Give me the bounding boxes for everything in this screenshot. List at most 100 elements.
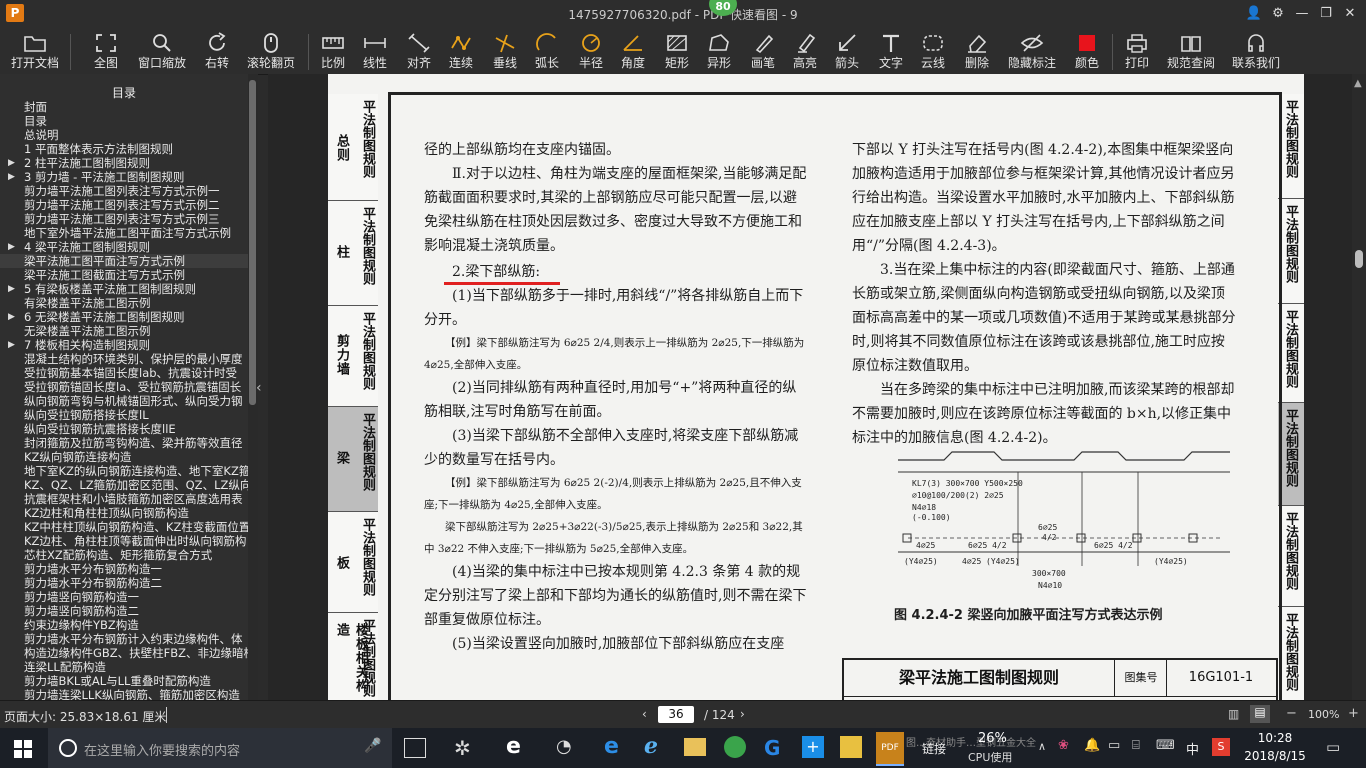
open-document-button[interactable]: 打开文档 [8,28,62,74]
clock-date[interactable]: 2018/8/15 [1240,749,1310,763]
rectangle-button[interactable]: 矩形 [660,28,694,74]
toc-item[interactable]: 剪力墙平法施工图列表注写方式示例三 [0,212,248,226]
zoom-in-button[interactable]: + [1348,706,1359,721]
view-mode-single-icon[interactable]: ▤ [1250,705,1270,723]
ie-app-icon[interactable]: e [506,734,521,759]
minimize-button[interactable]: — [1290,4,1314,24]
toc-item[interactable]: 1 平面整体表示方法制图规则 [0,142,248,156]
rotate-right-button[interactable]: 右转 [196,28,238,74]
radius-button[interactable]: 半径 [574,28,608,74]
maximize-button[interactable]: ❐ [1314,4,1338,24]
toc-item[interactable]: KZ中柱柱顶纵向钢筋构造、KZ柱变截面位置 [0,520,248,534]
expand-arrow-icon[interactable]: ▶ [8,156,15,170]
toc-item[interactable]: 剪力墙竖向钢筋构造一 [0,590,248,604]
expand-arrow-icon[interactable]: ▶ [8,282,15,296]
contact-us-button[interactable]: 联系我们 [1228,28,1284,74]
toc-item[interactable]: ▶ 4 梁平法施工图制图规则 [0,240,248,254]
toc-item[interactable]: ▶ 2 柱平法施工图制图规则 [0,156,248,170]
toc-item[interactable]: 地下室外墙平法施工图平面注写方式示例 [0,226,248,240]
toc-item[interactable]: 连梁LL配筋构造 [0,660,248,674]
tray-bell-icon[interactable]: 🔔 [1084,738,1100,753]
pen-button[interactable]: 画笔 [746,28,780,74]
arc-length-button[interactable]: 弧长 [530,28,564,74]
toc-item[interactable]: 受拉钢筋基本锚固长度lab、抗震设计时受 [0,366,248,380]
toc-item[interactable]: KZ边柱和角柱柱顶纵向钢筋构造 [0,506,248,520]
toc-item[interactable]: 剪力墙平法施工图列表注写方式示例一 [0,184,248,198]
toc-item[interactable]: ▶ 3 剪力墙 - 平法施工图制图规则 [0,170,248,184]
settings-icon[interactable]: ⚙ [1266,4,1290,24]
tray-flower-icon[interactable]: ❀ [1058,738,1069,753]
browser-green-icon[interactable] [724,736,746,758]
sogou-ime-icon[interactable]: S [1212,738,1230,756]
align-button[interactable]: 对齐 [402,28,436,74]
ie-blue-app-icon[interactable]: ℯ [644,734,658,759]
close-button[interactable]: ✕ [1338,4,1362,24]
toc-item[interactable]: KZ纵向钢筋连接构造 [0,450,248,464]
app-icon-swirl[interactable]: ◔ [556,736,572,757]
toc-item[interactable]: ▶ 6 无梁楼盖平法施工图制图规则 [0,310,248,324]
fit-page-button[interactable]: 全图 [84,28,128,74]
tray-keyboard-icon[interactable]: ⌨ [1156,738,1175,753]
toc-item[interactable]: 目录 [0,114,248,128]
expand-arrow-icon[interactable]: ▶ [8,170,15,184]
toc-item[interactable]: 纵向受拉钢筋抗震搭接长度llE [0,422,248,436]
scroll-thumb[interactable] [1355,250,1363,268]
angle-button[interactable]: 角度 [616,28,650,74]
clock-time[interactable]: 10:28 [1240,731,1310,745]
fan-app-icon[interactable]: ✲ [454,736,471,760]
toc-list[interactable]: 封面 目录 总说明 1 平面整体表示方法制图规则 ▶ 2 柱平法施工图制图规则 ▶ 3 剪力墙… [0,100,248,700]
microphone-icon[interactable]: 🎤 [364,738,381,754]
file-explorer-icon[interactable] [684,738,706,756]
toc-item[interactable]: 剪力墙水平分布钢筋构造一 [0,562,248,576]
vertical-scrollbar[interactable]: ▲ [1352,74,1366,700]
toc-item[interactable]: 梁平法施工图截面注写方式示例 [0,268,248,282]
color-button[interactable]: 颜色 [1068,28,1106,74]
toc-item[interactable]: 受拉钢筋锚固长度la、受拉钢筋抗震锚固长 [0,380,248,394]
toc-item[interactable]: 混凝土结构的环境类别、保护层的最小厚度 [0,352,248,366]
action-center-icon[interactable]: ▭ [1326,738,1340,756]
code-lookup-button[interactable]: 规范查阅 [1164,28,1218,74]
toc-item[interactable]: 抗震框架柱和小墙肢箍筋加密区高度选用表 [0,492,248,506]
toc-item[interactable]: 芯柱XZ配筋构造、矩形箍筋复合方式 [0,548,248,562]
toc-item[interactable]: 构造边缘构件GBZ、扶壁柱FBZ、非边缘暗柱 [0,646,248,660]
red-underline-annotation[interactable] [444,282,560,285]
toc-item[interactable]: KZ边柱、角柱柱顶等截面伸出时纵向钢筋构 [0,534,248,548]
toc-item[interactable]: 无梁楼盖平法施工图示例 [0,324,248,338]
scroll-up-icon[interactable]: ▲ [1354,78,1362,89]
edge-app-icon[interactable]: e [604,734,619,759]
delete-button[interactable]: 删除 [960,28,994,74]
perpendicular-button[interactable]: 垂线 [488,28,522,74]
toc-item[interactable]: 剪力墙竖向钢筋构造二 [0,604,248,618]
scale-button[interactable]: 比例 [316,28,350,74]
text-button[interactable]: 文字 [872,28,910,74]
toc-item[interactable]: 有梁楼盖平法施工图示例 [0,296,248,310]
cloud-line-button[interactable]: 云线 [916,28,950,74]
next-page-button[interactable]: › [740,707,745,721]
toc-item[interactable]: KZ、QZ、LZ箍筋加密区范围、QZ、LZ纵向钢 [0,478,248,492]
user-icon[interactable]: 👤 [1242,4,1266,24]
app-g-icon[interactable]: G [764,736,780,760]
wheel-page-button[interactable]: 滚轮翻页 [244,28,298,74]
toc-scroll-thumb[interactable] [249,80,256,405]
windows-start-icon[interactable] [14,740,32,758]
arrow-button[interactable]: 箭头 [830,28,864,74]
document-viewer[interactable]: 总则 平法制图规则 柱平法制图规则 剪力墙 平法制图规则 梁平法制图规则 板平法制图… [268,74,1352,700]
expand-arrow-icon[interactable]: ▶ [8,240,15,254]
expand-arrow-icon[interactable]: ▶ [8,310,15,324]
toc-item[interactable]: 约束边缘构件YBZ构造 [0,618,248,632]
toc-item[interactable]: 封面 [0,100,248,114]
view-mode-double-icon[interactable]: ▥ [1228,707,1239,721]
toc-item[interactable]: 地下室KZ的纵向钢筋连接构造、地下室KZ箍 [0,464,248,478]
continuous-button[interactable]: 连续 [444,28,478,74]
link-label[interactable]: 链接 [922,740,946,757]
tray-battery-icon[interactable]: ▭ [1108,738,1120,753]
toc-item[interactable]: 梁平法施工图平面注写方式示例 [0,254,248,268]
toc-item[interactable]: 剪力墙水平分布钢筋计入约束边缘构件、体 [0,632,248,646]
page-number-input[interactable]: 36 [658,706,694,723]
linear-button[interactable]: 线性 [358,28,392,74]
tray-network-icon[interactable]: ⌸ [1132,738,1140,753]
taskbar-search-box[interactable]: 在这里输入你要搜索的内容 🎤 [48,728,392,768]
toc-item[interactable]: 总说明 [0,128,248,142]
toc-item[interactable]: 纵向钢筋弯钩与机械锚固形式、纵向受力钢 [0,394,248,408]
window-zoom-button[interactable]: 窗口缩放 [134,28,190,74]
